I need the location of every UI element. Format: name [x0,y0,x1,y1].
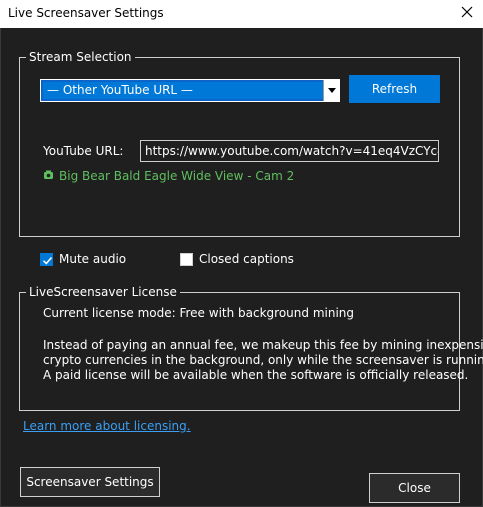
close-button[interactable]: Close [369,473,460,503]
close-button-label: Close [398,481,431,495]
screensaver-settings-label: Screensaver Settings [26,475,154,489]
closed-captions-checkbox[interactable] [180,253,193,266]
mute-audio-checkbox[interactable] [40,253,53,266]
stream-status: Big Bear Bald Eagle Wide View - Cam 2 [43,169,294,183]
close-icon[interactable] [459,4,475,20]
closed-captions-label[interactable]: Closed captions [199,252,294,266]
license-paragraph-line-3: A paid license will be available when th… [43,368,469,382]
stream-selection-label: Stream Selection [26,49,135,65]
mute-audio-label[interactable]: Mute audio [59,252,126,266]
refresh-button-label: Refresh [371,82,418,96]
stream-dropdown[interactable]: — Other YouTube URL — [40,79,340,102]
camera-icon [43,169,54,183]
youtube-url-input[interactable]: https://www.youtube.com/watch?v=41eq4VzC… [140,140,439,162]
stream-dropdown-value: — Other YouTube URL — [43,82,323,99]
refresh-button[interactable]: Refresh [349,75,440,103]
stream-status-text: Big Bear Bald Eagle Wide View - Cam 2 [59,169,295,183]
title-bar: Live Screensaver Settings [0,0,483,28]
license-group-label: LiveScreensaver License [26,284,180,300]
chevron-down-icon[interactable] [323,80,339,101]
learn-more-link[interactable]: Learn more about licensing. [23,419,191,433]
license-paragraph-line-1: Instead of paying an annual fee, we make… [43,338,483,352]
screensaver-settings-button[interactable]: Screensaver Settings [20,467,160,497]
license-mode-text: Current license mode: Free with backgrou… [43,306,355,320]
license-paragraph-line-2: crypto currencies in the background, onl… [43,353,483,367]
youtube-url-label: YouTube URL: [43,144,124,158]
window-title: Live Screensaver Settings [8,6,164,20]
